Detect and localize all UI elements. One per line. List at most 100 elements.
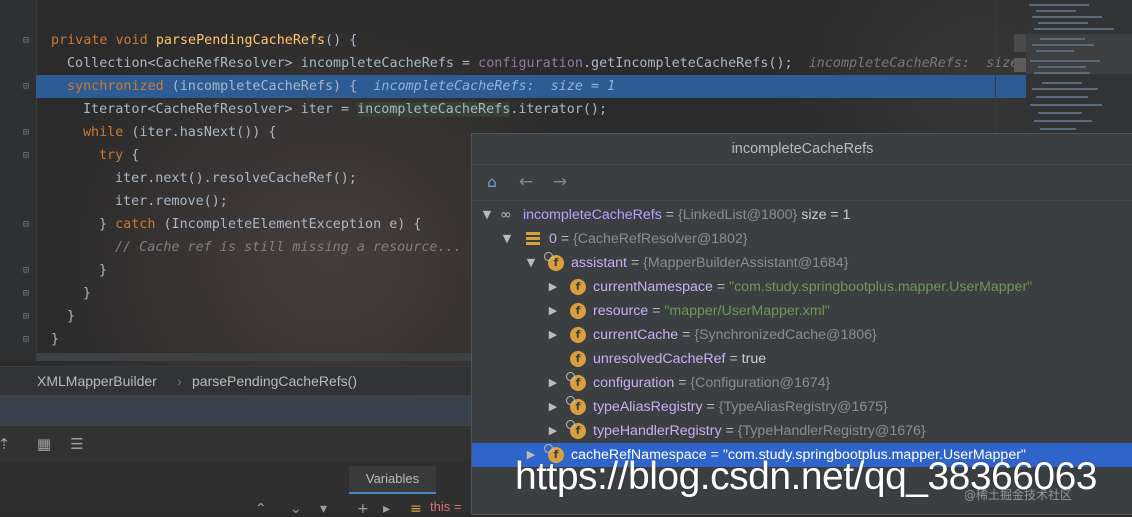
debug-toolbar: ⇡ ▦ ☰ bbox=[0, 425, 472, 462]
minimap-line bbox=[1036, 96, 1088, 98]
code-token: iter.remove(); bbox=[115, 194, 228, 209]
code-token: Collection<CacheRefResolver> bbox=[67, 56, 301, 71]
breadcrumb-class[interactable]: XMLMapperBuilder bbox=[37, 367, 157, 395]
tree-node[interactable]: ▶ f currentCache = {SynchronizedCache@1806… bbox=[472, 323, 1132, 347]
minimap-viewport[interactable] bbox=[1026, 34, 1132, 74]
minimap-line bbox=[1038, 22, 1088, 24]
tree-node[interactable]: ▼ 0 = {CacheRefResolver@1802} bbox=[472, 227, 1132, 251]
arrow-up-icon[interactable]: ⌃ bbox=[255, 501, 267, 517]
minimap-line bbox=[1032, 44, 1094, 46]
code-line[interactable]: Collection<CacheRefResolver> incompleteC… bbox=[36, 52, 1051, 75]
arrow-right-icon[interactable]: → bbox=[550, 172, 570, 192]
code-line[interactable]: Iterator<CacheRefResolver> iter = incomp… bbox=[36, 98, 1027, 121]
tree-node-eq: = bbox=[712, 279, 730, 295]
minimap-line bbox=[1040, 38, 1085, 40]
table-view-icon[interactable]: ▦ bbox=[34, 434, 54, 454]
private-lock-icon bbox=[544, 444, 553, 453]
fold-marker-icon[interactable]: ⊟ bbox=[20, 334, 32, 346]
tree-node-text: incompleteCacheRefs = {LinkedList@1800} … bbox=[523, 203, 851, 227]
expand-icon[interactable]: ▸ bbox=[383, 501, 390, 517]
code-line[interactable]: synchronized (incompleteCacheRefs) { inc… bbox=[36, 75, 1027, 98]
field-icon: f bbox=[566, 396, 586, 415]
tree-node-ref: {TypeAliasRegistry@1675} bbox=[718, 399, 888, 415]
watermark-source: @稀土掘金技术社区 bbox=[964, 488, 1073, 502]
popup-title: incompleteCacheRefs bbox=[472, 134, 1132, 165]
chevron-down-icon[interactable]: ▾ bbox=[320, 501, 327, 517]
debug-frame-strip bbox=[0, 395, 472, 425]
tree-node[interactable]: ▶ f typeHandlerRegistry = {TypeHandlerRegi… bbox=[472, 419, 1132, 443]
field-icon: f bbox=[566, 372, 586, 391]
expand-arrow-icon[interactable]: ▶ bbox=[546, 299, 560, 323]
fold-marker-icon[interactable]: ⊟ bbox=[20, 311, 32, 323]
tree-node-str: "mapper/UserMapper.xml" bbox=[664, 303, 830, 319]
tree-node-ref: {TypeHandlerRegistry@1676} bbox=[737, 423, 926, 439]
fold-marker-icon[interactable]: ⊟ bbox=[20, 265, 32, 277]
field-icon: f bbox=[566, 420, 586, 439]
expand-arrow-icon[interactable]: ▶ bbox=[546, 419, 560, 443]
collapse-arrow-icon[interactable]: ▼ bbox=[500, 227, 514, 251]
restore-layout-icon[interactable]: ⇡ bbox=[0, 434, 14, 454]
expand-arrow-icon[interactable]: ▶ bbox=[546, 371, 560, 395]
breadcrumb-method[interactable]: parsePendingCacheRefs() bbox=[192, 367, 357, 395]
tree-node-eq: = bbox=[725, 351, 742, 367]
fold-marker-icon[interactable]: ⊟ bbox=[20, 127, 32, 139]
arrow-down-icon[interactable]: ⌄ bbox=[290, 501, 302, 517]
fold-marker-icon[interactable]: ⊟ bbox=[20, 35, 32, 47]
add-watch-icon[interactable]: + bbox=[357, 501, 369, 517]
tree-node[interactable]: f unresolvedCacheRef = true bbox=[472, 347, 1132, 371]
code-token: configuration bbox=[478, 56, 583, 71]
fold-marker-icon[interactable]: ⊟ bbox=[20, 150, 32, 162]
fold-marker-icon[interactable]: ⊟ bbox=[20, 288, 32, 300]
tree-node-text: typeAliasRegistry = {TypeAliasRegistry@1… bbox=[593, 395, 888, 419]
fold-marker-icon[interactable]: ⊟ bbox=[20, 81, 32, 93]
code-token: catch bbox=[115, 217, 156, 232]
tree-node-str: "com.study.springbootplus.mapper.UserMap… bbox=[729, 279, 1033, 295]
collapse-arrow-icon[interactable]: ▼ bbox=[480, 203, 494, 227]
expand-arrow-icon[interactable]: ▶ bbox=[546, 395, 560, 419]
code-token: } bbox=[67, 309, 76, 324]
tree-node[interactable]: ▶ f typeAliasRegistry = {TypeAliasRegistry… bbox=[472, 395, 1132, 419]
settings-list-icon[interactable]: ☰ bbox=[67, 434, 87, 454]
list-icon: ≡ bbox=[410, 501, 422, 517]
minimap-line bbox=[1034, 72, 1090, 74]
horizontal-scrollbar[interactable] bbox=[36, 353, 476, 361]
jump-to-source-icon[interactable]: ⌂ bbox=[482, 172, 502, 192]
tree-node-text: typeHandlerRegistry = {TypeHandlerRegist… bbox=[593, 419, 926, 443]
tree-node-name: typeAliasRegistry bbox=[593, 399, 703, 415]
tree-node-ref: {CacheRefResolver@1802} bbox=[573, 231, 748, 247]
code-token: .getIncompleteCacheRefs(); bbox=[582, 56, 793, 71]
code-line[interactable]: private void parsePendingCacheRefs() { bbox=[36, 29, 1027, 52]
expand-arrow-icon[interactable]: ▶ bbox=[546, 275, 560, 299]
code-token: // Cache ref is still missing a resource… bbox=[115, 240, 462, 255]
code-token: Iterator<CacheRefResolver> iter = bbox=[83, 102, 358, 117]
tab-variables[interactable]: Variables bbox=[349, 466, 436, 494]
tree-node-text: 0 = {CacheRefResolver@1802} bbox=[549, 227, 748, 251]
code-token: } bbox=[99, 263, 108, 278]
field-icon: f bbox=[570, 303, 586, 319]
tree-node[interactable]: ▼ f assistant = {MapperBuilderAssistant@16… bbox=[472, 251, 1132, 275]
tree-node-ref: {Configuration@1674} bbox=[690, 375, 831, 391]
tree-node[interactable]: ▶ f currentNamespace = "com.study.springbo… bbox=[472, 275, 1132, 299]
field-icon: f bbox=[544, 252, 564, 271]
arrow-left-icon[interactable]: ← bbox=[516, 172, 536, 192]
code-token: = bbox=[453, 56, 479, 71]
field-icon: f bbox=[570, 351, 586, 367]
variable-this[interactable]: this = bbox=[430, 499, 461, 514]
editor-gutter bbox=[0, 0, 37, 362]
code-token: incompleteCacheRefs bbox=[357, 102, 511, 117]
tree-node-ref: {SynchronizedCache@1806} bbox=[694, 327, 877, 343]
minimap-line bbox=[1030, 60, 1100, 62]
tree-node[interactable]: ▼ ∞ incompleteCacheRefs = {LinkedList@1800… bbox=[472, 203, 1132, 227]
expand-arrow-icon[interactable]: ▶ bbox=[546, 323, 560, 347]
tree-node[interactable]: ▶ f configuration = {Configuration@1674} bbox=[472, 371, 1132, 395]
fold-marker-icon[interactable]: ⊟ bbox=[20, 219, 32, 231]
field-icon: f bbox=[570, 327, 586, 343]
minimap-line bbox=[1038, 112, 1082, 114]
tree-node-extra: size = 1 bbox=[797, 207, 851, 223]
code-minimap[interactable] bbox=[1026, 0, 1132, 135]
breadcrumb: XMLMapperBuilder › parsePendingCacheRefs… bbox=[0, 366, 472, 395]
tree-node-eq: = bbox=[678, 327, 695, 343]
collapse-arrow-icon[interactable]: ▼ bbox=[524, 251, 538, 275]
tree-node-eq: = bbox=[721, 423, 738, 439]
tree-node[interactable]: ▶ f resource = "mapper/UserMapper.xml" bbox=[472, 299, 1132, 323]
